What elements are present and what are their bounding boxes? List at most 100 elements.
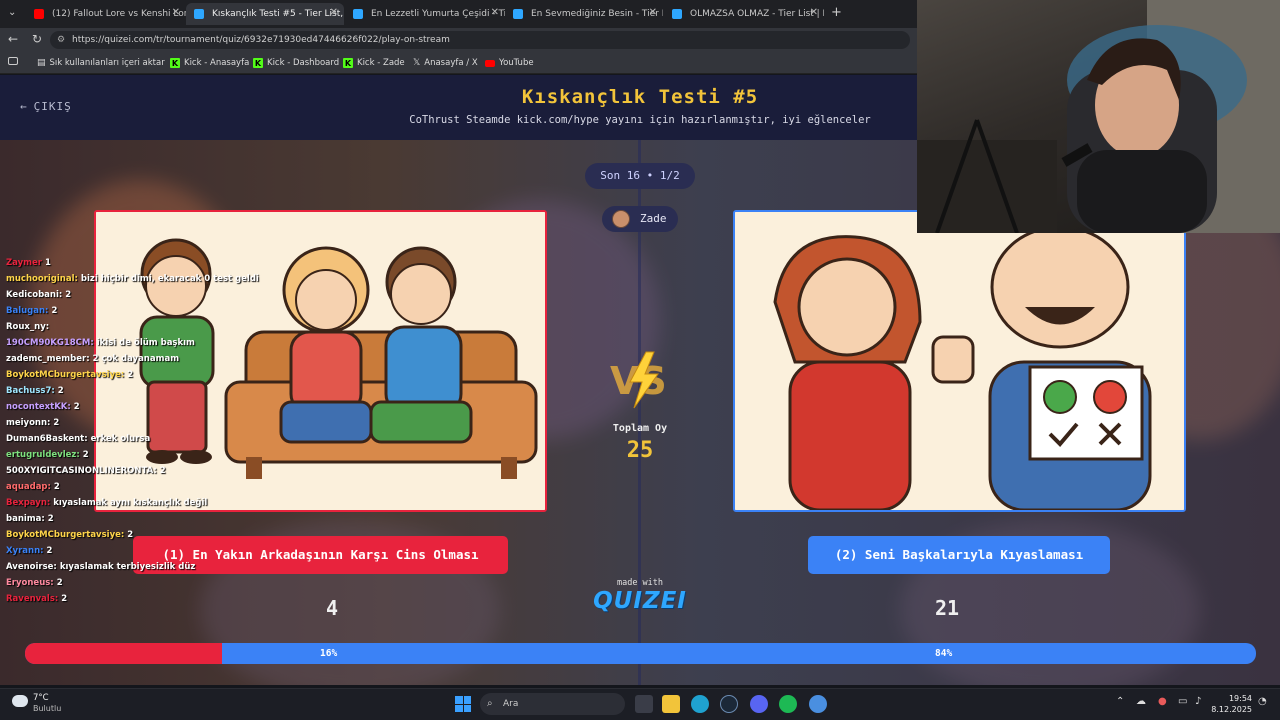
chat-text: 2 (159, 466, 166, 476)
clock-date[interactable]: 8.12.2025 (1198, 705, 1252, 714)
chat-username[interactable]: Balugan: (6, 306, 48, 316)
bookmark-x[interactable]: 𝕏 Anasayfa / X (413, 56, 478, 70)
option-1-percent: 16% (320, 648, 338, 659)
chat-username[interactable]: meiyonn: (6, 418, 50, 428)
clock-time[interactable]: 19:54 (1212, 694, 1252, 703)
app-icon[interactable] (809, 695, 827, 713)
discord-icon[interactable] (750, 695, 768, 713)
chat-username[interactable]: ertugruldevlez: (6, 450, 80, 460)
close-icon[interactable]: ✕ (491, 7, 499, 18)
tray-chevron-up-icon[interactable]: ⌃ (1116, 696, 1124, 707)
chat-username[interactable]: banima: (6, 514, 45, 524)
close-icon[interactable]: ✕ (649, 7, 657, 18)
chat-username[interactable]: Avenoirse: (6, 562, 57, 572)
bookmarks-bar: ▤ Sık kullanılanları içeri aktar K Kick - … (0, 52, 918, 74)
taskbar-search[interactable]: ⌕ Ara (480, 693, 625, 715)
bookmark-import[interactable]: ▤ Sık kullanılanları içeri aktar (37, 56, 165, 70)
tab-fallout[interactable]: (12) Fallout Lore vs Kenshi Lore - Y✕ (26, 3, 186, 25)
chat-username[interactable]: Kedicobani: (6, 290, 62, 300)
spotify-icon[interactable] (779, 695, 797, 713)
bookmark-label: Kick - Zade (357, 58, 405, 68)
weather-temperature[interactable]: 7°C (33, 693, 49, 703)
network-icon[interactable]: ☁ (1136, 696, 1146, 707)
chat-username[interactable]: Duman6Baskent: (6, 434, 88, 444)
vote-share-bar: 16% 84% (25, 643, 1256, 664)
quizei-logo[interactable]: QUIZEI (590, 588, 690, 614)
vote-option-2-button[interactable]: (2) Seni Başkalarıyla Kıyaslaması (808, 536, 1110, 574)
bookmark-kick-anasayfa[interactable]: K Kick - Anasayfa (170, 56, 249, 70)
bookmark-kick-dashboard[interactable]: K Kick - Dashboard (253, 56, 339, 70)
chat-text: 2 (61, 594, 68, 604)
weather-cloud-icon[interactable] (12, 695, 28, 707)
close-icon[interactable]: ✕ (172, 7, 180, 18)
chat-message: Balugan: 2 (6, 303, 176, 319)
chat-username[interactable]: Roux_ny: (6, 322, 49, 332)
url-field[interactable]: ⚙ https://quizei.com/tr/tournament/quiz/… (50, 31, 910, 49)
round-badge: Son 16 • 1/2 (585, 163, 695, 189)
option-right-image[interactable] (733, 210, 1186, 512)
kick-icon: K (170, 58, 180, 68)
tab-olmazsa[interactable]: OLMAZSA OLMAZ - Tier List | Kör ✕ (664, 3, 824, 25)
x-logo-icon: 𝕏 (413, 58, 421, 68)
chat-username[interactable]: 500XYIGITCASINONLINERONTA: (6, 466, 157, 476)
bookmark-label: YouTube (499, 58, 534, 68)
notification-bell-icon[interactable]: ◔ (1258, 696, 1267, 707)
weather-description[interactable]: Bulutlu (33, 704, 61, 713)
tab-kiskanclik[interactable]: Kıskançlık Testi #5 - Tier List, Kör S✕ (186, 3, 344, 25)
chat-username[interactable]: Bexpayn: (6, 498, 50, 508)
chat-username[interactable]: nocontextKK: (6, 402, 71, 412)
sidebar-toggle-icon[interactable] (8, 57, 18, 65)
chat-username[interactable]: Ravenvals: (6, 594, 58, 604)
search-placeholder: Ara (503, 699, 519, 709)
chat-text: erkek olursa (90, 434, 151, 444)
bookmark-kick-zade[interactable]: K Kick - Zade (343, 56, 405, 70)
avatar (612, 210, 630, 228)
chat-text: 2 (47, 514, 54, 524)
back-arrow-icon[interactable]: ← (8, 32, 18, 46)
reload-icon[interactable]: ↻ (32, 32, 42, 46)
microphone-icon[interactable]: ● (1158, 696, 1167, 707)
chat-username[interactable]: BoykotMCburgertavsiye: (6, 530, 124, 540)
new-tab-plus-icon[interactable]: + (831, 5, 842, 20)
quiz-title: Kıskançlık Testi #5 (521, 86, 759, 108)
chat-message: 500XYIGITCASINONLINERONTA: 2 (6, 463, 176, 479)
chat-message: meiyonn: 2 (6, 415, 176, 431)
edge-browser-icon[interactable] (691, 695, 709, 713)
vs-lightning-icon: VS (610, 351, 667, 409)
bookmark-youtube[interactable]: YouTube (485, 56, 534, 70)
chat-username[interactable]: zademc_member: (6, 354, 90, 364)
arrow-left-icon: ← (20, 100, 28, 113)
tab-list-chevron-icon[interactable]: ⌄ (8, 7, 16, 18)
chat-text: 2 (53, 482, 60, 492)
chat-text: 1 (45, 258, 51, 268)
chat-username[interactable]: BoykotMCburgertavsiye: (6, 370, 124, 380)
monitor-icon[interactable]: ▭ (1178, 696, 1187, 707)
windows-start-icon[interactable] (455, 696, 471, 712)
chat-username[interactable]: 190CM90KG18CM: (6, 338, 94, 348)
chat-message: Kedicobani: 2 (6, 287, 176, 303)
kick-icon: K (253, 58, 263, 68)
chat-message: Bexpayn: kıyaslamak aynı kıskançlık değil (6, 495, 207, 511)
steam-icon[interactable] (720, 695, 738, 713)
site-info-icon[interactable]: ⚙ (57, 31, 65, 49)
stream-chat-overlay: Zaymer 1 muchooriginal: bizi hiçbir dimi, e… (6, 255, 259, 607)
chat-username[interactable]: Bachuss7: (6, 386, 55, 396)
chat-text: 2 (46, 546, 53, 556)
chat-username[interactable]: aquadap: (6, 482, 51, 492)
chat-username[interactable]: Eryoneus: (6, 578, 54, 588)
close-icon[interactable]: ✕ (810, 7, 818, 18)
chat-username[interactable]: Xyrann: (6, 546, 44, 556)
tab-yumurta[interactable]: En Lezzetli Yumurta Çeşidi - Tier Li✕ (345, 3, 505, 25)
tab-besin[interactable]: En Sevmediğiniz Besin - Tier List | ✕ (505, 3, 663, 25)
close-icon[interactable]: ✕ (330, 7, 338, 18)
exit-button[interactable]: ← ÇIKIŞ (20, 100, 72, 113)
file-explorer-icon[interactable] (662, 695, 680, 713)
tab-label: En Sevmediğiniz Besin - Tier List | (531, 9, 663, 19)
chat-text: 2 (57, 386, 64, 396)
chat-message: 190CM90KG18CM: ikisi de ölüm başkım (6, 335, 195, 351)
chat-username[interactable]: muchooriginal: (6, 274, 78, 284)
chat-text: 2 (53, 418, 60, 428)
task-view-icon[interactable] (635, 695, 653, 713)
chat-username[interactable]: Zaymer (6, 258, 42, 268)
option-1-vote-count: 4 (325, 596, 339, 620)
